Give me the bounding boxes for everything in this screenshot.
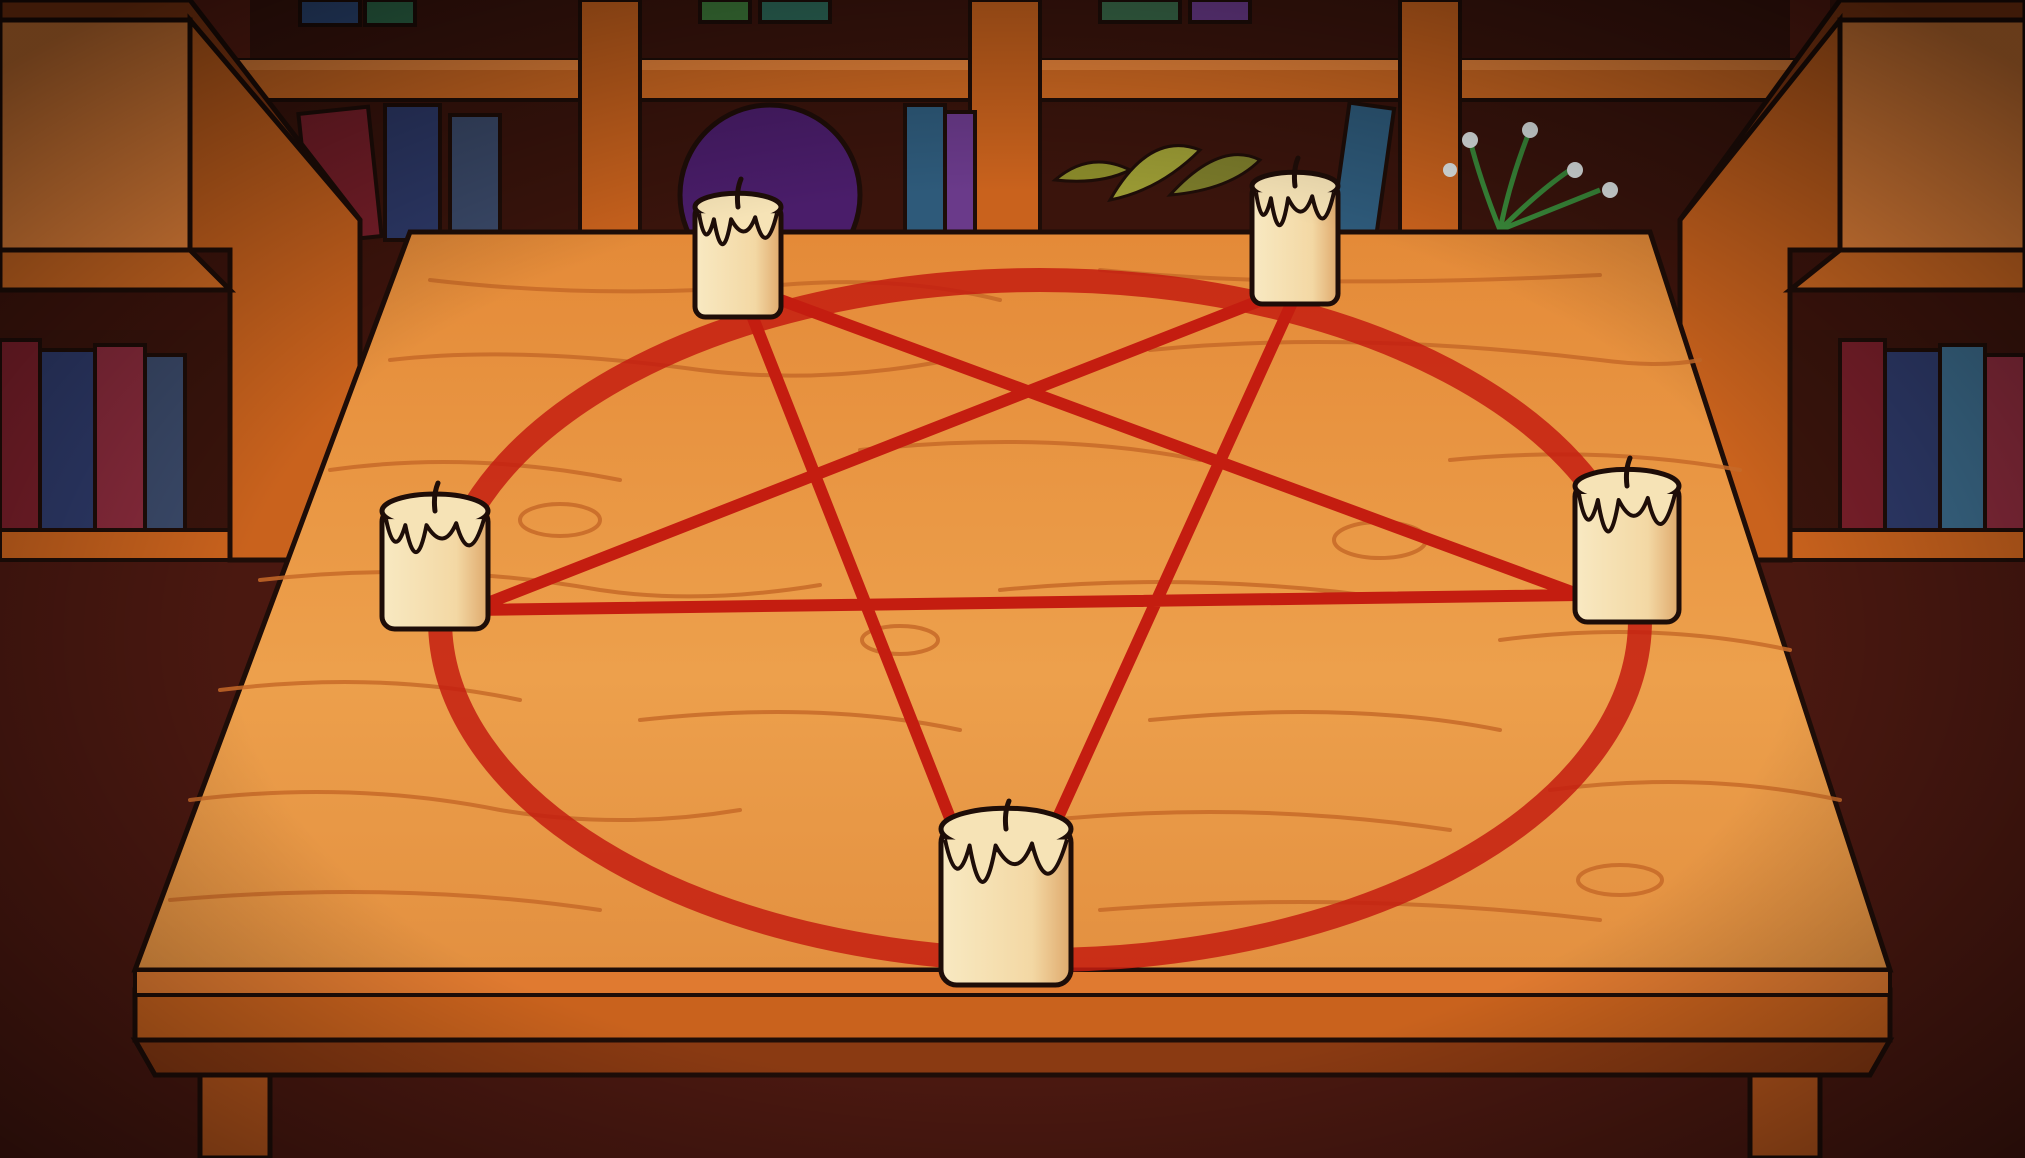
ritual-table-scene — [0, 0, 2025, 1158]
candle-top-left[interactable] — [692, 176, 784, 320]
candle-bottom[interactable] — [938, 798, 1074, 988]
candle-right[interactable] — [1572, 455, 1682, 625]
candle-top-right[interactable] — [1249, 155, 1341, 307]
candle-left[interactable] — [379, 480, 491, 632]
